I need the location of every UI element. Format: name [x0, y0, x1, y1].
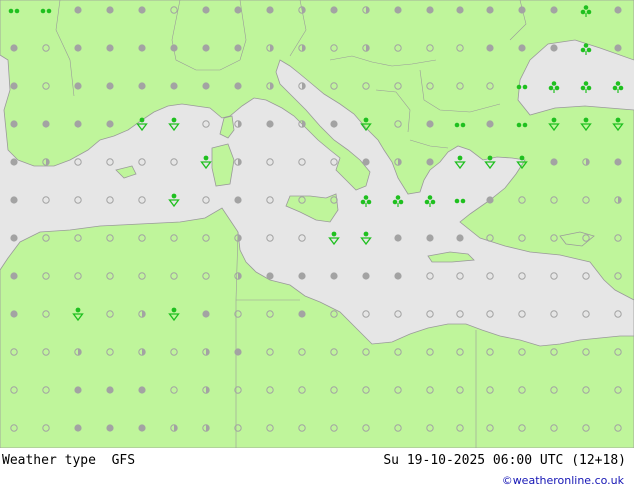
- cloudy-dot-icon: [170, 44, 178, 52]
- cloudy-dot-icon: [486, 6, 494, 14]
- cloudy-dot-icon: [138, 44, 146, 52]
- cloudy-dot-icon: [486, 120, 494, 128]
- cloudy-dot-icon: [330, 6, 338, 14]
- cloudy-dot-icon: [234, 6, 242, 14]
- cloudy-dot-icon: [10, 272, 18, 280]
- cloudy-dot-icon: [74, 386, 82, 394]
- cloudy-dot-icon: [106, 424, 114, 432]
- cloudy-dot-icon: [456, 234, 464, 242]
- cloudy-dot-icon: [614, 6, 622, 14]
- cloudy-dot-icon: [74, 82, 82, 90]
- cloudy-dot-icon: [456, 6, 464, 14]
- cloudy-dot-icon: [234, 348, 242, 356]
- island-sardinia: [211, 143, 235, 187]
- cloudy-dot-icon: [266, 272, 274, 280]
- cloudy-dot-icon: [298, 272, 306, 280]
- cloudy-dot-icon: [394, 272, 402, 280]
- cloudy-dot-icon: [42, 120, 50, 128]
- cloudy-dot-icon: [518, 6, 526, 14]
- credit-link[interactable]: ©weatheronline.co.uk: [502, 474, 624, 487]
- weather-map: [0, 0, 634, 448]
- cloudy-dot-icon: [10, 82, 18, 90]
- cloudy-dot-icon: [138, 424, 146, 432]
- cloudy-dot-icon: [202, 82, 210, 90]
- cloudy-dot-icon: [138, 386, 146, 394]
- cloudy-dot-icon: [426, 6, 434, 14]
- cloudy-dot-icon: [234, 82, 242, 90]
- cloudy-dot-icon: [10, 120, 18, 128]
- map-datetime: Su 19-10-2025 06:00 UTC (12+18): [383, 453, 626, 468]
- cloudy-dot-icon: [362, 272, 370, 280]
- cloudy-dot-icon: [614, 158, 622, 166]
- cloudy-dot-icon: [266, 6, 274, 14]
- cloudy-dot-icon: [202, 310, 210, 318]
- cloudy-dot-icon: [330, 120, 338, 128]
- cloudy-dot-icon: [10, 234, 18, 242]
- cloudy-dot-icon: [10, 196, 18, 204]
- cloudy-dot-icon: [106, 44, 114, 52]
- cloudy-dot-icon: [106, 386, 114, 394]
- cloudy-dot-icon: [10, 310, 18, 318]
- cloudy-dot-icon: [394, 234, 402, 242]
- cloudy-dot-icon: [10, 44, 18, 52]
- map-canvas: [0, 0, 634, 448]
- cloudy-dot-icon: [138, 82, 146, 90]
- cloudy-dot-icon: [234, 196, 242, 204]
- cloudy-dot-icon: [138, 6, 146, 14]
- cloudy-dot-icon: [550, 6, 558, 14]
- cloudy-dot-icon: [74, 44, 82, 52]
- map-title: Weather type GFS: [2, 453, 136, 468]
- cloudy-dot-icon: [234, 44, 242, 52]
- cloudy-dot-icon: [74, 6, 82, 14]
- cloudy-dot-icon: [330, 272, 338, 280]
- cloudy-dot-icon: [486, 44, 494, 52]
- cloudy-dot-icon: [550, 44, 558, 52]
- cloudy-dot-icon: [614, 44, 622, 52]
- cloudy-dot-icon: [74, 424, 82, 432]
- cloudy-dot-icon: [486, 196, 494, 204]
- cloudy-dot-icon: [202, 44, 210, 52]
- cloudy-dot-icon: [426, 120, 434, 128]
- cloudy-dot-icon: [106, 82, 114, 90]
- map-footer: Weather type GFS Su 19-10-2025 06:00 UTC…: [0, 448, 634, 490]
- cloudy-dot-icon: [202, 6, 210, 14]
- cloudy-dot-icon: [518, 44, 526, 52]
- cloudy-dot-icon: [106, 120, 114, 128]
- cloudy-dot-icon: [74, 120, 82, 128]
- cloudy-dot-icon: [106, 6, 114, 14]
- cloudy-dot-icon: [10, 158, 18, 166]
- cloudy-dot-icon: [266, 120, 274, 128]
- cloudy-dot-icon: [550, 158, 558, 166]
- cloudy-dot-icon: [298, 310, 306, 318]
- cloudy-dot-icon: [170, 82, 178, 90]
- cloudy-dot-icon: [362, 158, 370, 166]
- cloudy-dot-icon: [426, 158, 434, 166]
- cloudy-dot-icon: [426, 234, 434, 242]
- cloudy-dot-icon: [394, 6, 402, 14]
